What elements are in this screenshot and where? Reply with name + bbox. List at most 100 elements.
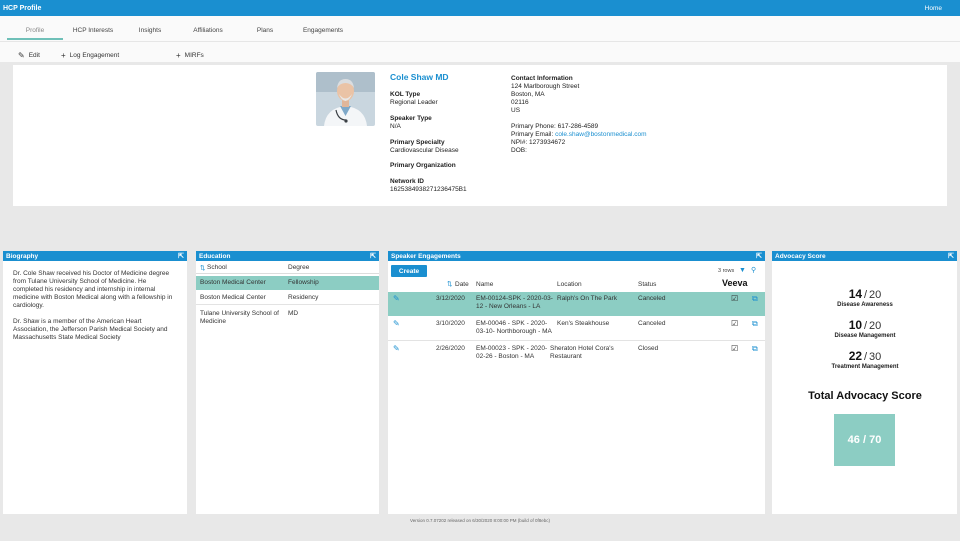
tab-bar: Profile HCP Interests Insights Affiliati… (0, 16, 960, 42)
tab-hcp-interests[interactable]: HCP Interests (73, 27, 113, 34)
home-link[interactable]: Home (925, 5, 956, 12)
date-cell: 3/12/2020 (436, 295, 465, 302)
biography-title: Biography (6, 252, 39, 260)
advocacy-score-title: Advocacy Score (775, 252, 826, 260)
table-row[interactable]: Tulane University School of Medicine MD (196, 307, 379, 329)
score-max: 20 (869, 320, 882, 332)
table-row[interactable]: ✎ 3/12/2020 EM-00124-SPK - 2020-03-12 - … (388, 292, 765, 316)
location-cell: Ralph's On The Park (557, 295, 618, 302)
column-name[interactable]: Name (476, 281, 493, 289)
kol-type-value: Regional Leader (390, 99, 438, 106)
speaker-type-value: N/A (390, 123, 401, 130)
speaker-engagements-header: Speaker Engagements ⇱ (388, 251, 765, 261)
mirfs-label: MIRFs (184, 52, 204, 59)
open-external-icon[interactable]: ⧉ (752, 345, 758, 353)
checkbox-icon[interactable]: ☑ (731, 320, 738, 328)
table-row[interactable]: ✎ 3/10/2020 EM-00046 - SPK - 2020-03-10-… (388, 317, 765, 341)
primary-email-link[interactable]: cole.shaw@bostonmedical.com (555, 131, 647, 138)
school-cell: Boston Medical Center (200, 279, 266, 286)
table-row[interactable]: ✎ 2/26/2020 EM-00023 - SPK - 2020-02-26 … (388, 342, 765, 366)
address-line1: 124 Marlborough Street (511, 83, 580, 90)
education-title: Education (199, 252, 231, 260)
hcp-name: Cole Shaw MD (390, 72, 449, 82)
address-country: US (511, 107, 521, 114)
tab-engagements[interactable]: Engagements (303, 27, 343, 34)
mirfs-button[interactable]: + MIRFs (176, 51, 204, 60)
open-external-icon[interactable]: ⧉ (752, 295, 758, 303)
column-status[interactable]: Status (638, 281, 656, 289)
education-table-header: ⇅ School Degree (196, 264, 379, 274)
plus-icon: + (176, 51, 181, 60)
tab-affiliations[interactable]: Affiliations (193, 27, 223, 34)
total-advocacy-score: 46 / 70 (834, 414, 895, 466)
degree-cell: MD (288, 310, 299, 317)
location-cell: Ken's Steakhouse (557, 320, 610, 327)
edit-row-icon[interactable]: ✎ (393, 345, 400, 353)
expand-icon[interactable]: ⇱ (948, 252, 954, 260)
total-advocacy-title: Total Advocacy Score (808, 390, 922, 402)
contact-info-label: Contact Information (511, 75, 573, 82)
date-cell: 2/26/2020 (436, 345, 465, 352)
filter-icon[interactable]: ▼ (739, 267, 746, 274)
create-button[interactable]: Create (391, 265, 427, 277)
speaker-type-label: Speaker Type (390, 115, 432, 122)
app-title: HCP Profile (3, 4, 42, 12)
expand-icon[interactable]: ⇱ (756, 252, 762, 260)
search-icon[interactable]: ⚲ (751, 266, 756, 274)
advocacy-score-header: Advocacy Score ⇱ (772, 251, 957, 261)
network-id-value: 1625384938271236475B1 (390, 186, 467, 193)
status-cell: Closed (638, 345, 659, 352)
score-max: 30 (869, 351, 882, 363)
status-cell: Canceled (638, 320, 666, 327)
edit-button[interactable]: ✎ Edit (18, 51, 40, 60)
tab-insights[interactable]: Insights (139, 27, 161, 34)
degree-cell: Residency (288, 294, 319, 301)
plus-icon: + (61, 51, 66, 60)
pencil-icon: ✎ (18, 51, 25, 60)
column-degree[interactable]: Degree (288, 264, 309, 271)
kol-type-label: KOL Type (390, 91, 421, 98)
column-location[interactable]: Location (557, 281, 582, 289)
advocacy-score-panel: Advocacy Score ⇱ 14 / 20 Disease Awarene… (772, 251, 957, 514)
profile-photo (316, 72, 375, 126)
table-row[interactable]: Boston Medical Center Residency (196, 291, 379, 305)
name-cell: EM-00046 - SPK - 2020-03-10- Northboroug… (476, 320, 552, 335)
column-date[interactable]: Date (455, 281, 469, 289)
speaker-table-header: ⇅ Date Name Location Status (388, 281, 765, 291)
score-label: Disease Awareness (837, 302, 893, 308)
tab-plans[interactable]: Plans (257, 27, 273, 34)
score-disease-management: 10 / 20 Disease Management (772, 318, 958, 339)
status-cell: Canceled (638, 295, 666, 302)
score-label: Treatment Management (831, 364, 899, 370)
profile-card: Cole Shaw MD KOL Type Regional Leader Sp… (13, 65, 947, 206)
speaker-engagements-panel: Speaker Engagements ⇱ Create 3 rows ▼ ⚲ … (388, 251, 765, 514)
open-external-icon[interactable]: ⧉ (752, 320, 758, 328)
score-max: 20 (869, 289, 882, 301)
edit-row-icon[interactable]: ✎ (393, 320, 400, 328)
npi-number: NPI#: 1273934672 (511, 139, 566, 146)
app-header: HCP Profile Home (0, 0, 960, 16)
expand-icon[interactable]: ⇱ (178, 252, 184, 260)
name-cell: EM-00124-SPK - 2020-03-12 - New Orleans … (476, 295, 553, 310)
table-row[interactable]: Boston Medical Center Fellowship (196, 276, 379, 290)
row-count: 3 rows (718, 268, 735, 274)
score-value: 10 (848, 318, 863, 332)
primary-phone: Primary Phone: 617-286-4589 (511, 123, 599, 130)
edit-row-icon[interactable]: ✎ (393, 295, 400, 303)
checkbox-icon[interactable]: ☑ (731, 345, 738, 353)
edit-label: Edit (28, 52, 40, 59)
checkbox-icon[interactable]: ☑ (731, 295, 738, 303)
sort-icon[interactable]: ⇅ (447, 281, 452, 289)
column-school[interactable]: School (207, 264, 227, 271)
tab-profile[interactable]: Profile (26, 27, 44, 34)
version-footer: Version 0.7.07202 released on 6/30/2020 … (409, 518, 551, 523)
primary-specialty-label: Primary Specialty (390, 139, 445, 146)
log-engagement-button[interactable]: + Log Engagement (61, 51, 119, 60)
action-toolbar: ✎ Edit + Log Engagement + MIRFs (0, 42, 960, 62)
sort-icon[interactable]: ⇅ (200, 264, 205, 272)
expand-icon[interactable]: ⇱ (370, 252, 376, 260)
speaker-engagements-title: Speaker Engagements (391, 252, 461, 260)
education-header: Education ⇱ (196, 251, 379, 261)
school-cell: Tulane University School of Medicine (200, 310, 279, 325)
primary-specialty-value: Cardiovascular Disease (390, 147, 459, 154)
